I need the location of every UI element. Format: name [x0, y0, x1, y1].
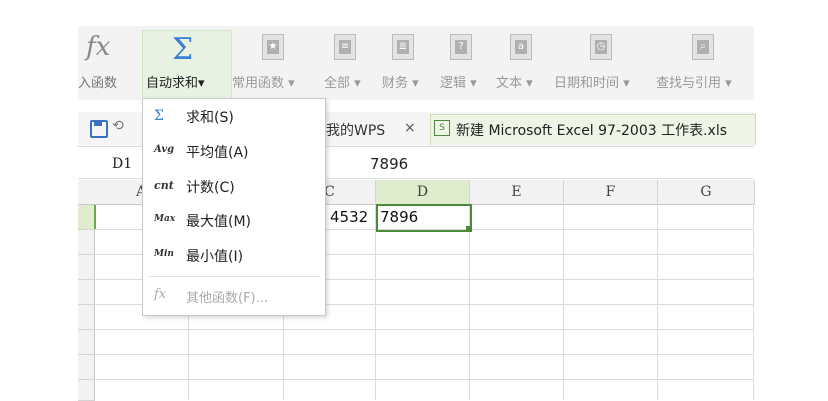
grid-line [94, 329, 754, 330]
list-icon[interactable]: ≡ [334, 34, 356, 60]
finance-icon[interactable]: ≣ [392, 34, 414, 60]
logic-icon[interactable]: ? [450, 34, 472, 60]
column-header-e[interactable]: E [470, 180, 564, 205]
save-icon[interactable] [90, 120, 108, 138]
all-functions-button[interactable]: 全部 ▾ [324, 72, 361, 91]
menu-item-label[interactable]: 平均值(A) [186, 142, 249, 162]
column-header-f[interactable]: F [564, 180, 658, 205]
row-header-2[interactable] [78, 230, 95, 255]
grid-line [753, 204, 754, 400]
row-header-4[interactable] [78, 280, 95, 305]
finance-button[interactable]: 财务 ▾ [382, 72, 419, 91]
sigma-icon[interactable]: Σ [172, 32, 193, 67]
row-header-6[interactable] [78, 330, 95, 355]
menu-item-label[interactable]: 最大值(M) [186, 211, 251, 231]
max-icon: Max [154, 214, 176, 224]
select-all-corner[interactable] [78, 180, 95, 205]
lookup-reference-button[interactable]: 查找与引用 ▾ [656, 72, 732, 91]
star-icon[interactable]: ★ [262, 34, 284, 60]
text-icon[interactable]: a [510, 34, 532, 60]
formula-input[interactable]: 7896 [370, 155, 408, 173]
tab-my-wps[interactable]: 我的WPS [326, 120, 385, 140]
grid-line [375, 204, 376, 400]
close-icon[interactable]: × [404, 120, 416, 136]
fx-icon: fx [154, 287, 167, 302]
grid-line [94, 354, 754, 355]
common-functions-button[interactable]: 常用函数 ▾ [232, 72, 295, 91]
insert-function-label[interactable]: 入函数 [78, 72, 117, 91]
lookup-icon[interactable]: ⌕ [692, 34, 714, 60]
spreadsheet-icon: S [434, 120, 450, 136]
logic-button[interactable]: 逻辑 ▾ [440, 72, 477, 91]
clock-icon[interactable]: ◷ [590, 34, 612, 60]
grid-line [563, 204, 564, 400]
menu-item-label[interactable]: 计数(C) [186, 177, 235, 197]
min-icon: Min [154, 249, 174, 259]
autosum-label[interactable]: 自动求和▾ [146, 72, 205, 91]
menu-separator [148, 276, 320, 277]
cell-c1[interactable]: 4532 [330, 208, 368, 226]
grid-line [657, 204, 658, 400]
column-header-g[interactable]: G [658, 180, 755, 205]
grid-line [94, 379, 754, 380]
fx-icon[interactable]: fx [86, 32, 110, 62]
row-header-3[interactable] [78, 255, 95, 280]
tab-workbook-label[interactable]: 新建 Microsoft Excel 97-2003 工作表.xls [456, 120, 727, 140]
name-box[interactable]: D1 [112, 156, 132, 172]
cell-d1[interactable]: 7896 [380, 208, 418, 226]
grid-line [469, 204, 470, 400]
count-icon: cnt [154, 179, 174, 192]
row-header-8[interactable] [78, 380, 95, 401]
row-header-7[interactable] [78, 355, 95, 380]
menu-item-label[interactable]: 最小值(I) [186, 246, 243, 266]
undo-icon[interactable]: ⟲ [112, 118, 124, 134]
column-header-d[interactable]: D [376, 180, 470, 206]
menu-item-label[interactable]: 其他函数(F)... [186, 287, 268, 306]
row-header-1[interactable] [78, 205, 96, 230]
date-time-button[interactable]: 日期和时间 ▾ [554, 72, 630, 91]
text-button[interactable]: 文本 ▾ [496, 72, 533, 91]
avg-icon: Avg [154, 144, 175, 155]
menu-item-label[interactable]: 求和(S) [186, 107, 234, 127]
fill-handle[interactable] [466, 226, 471, 231]
row-header-5[interactable] [78, 305, 95, 330]
sigma-icon: Σ [154, 108, 164, 124]
